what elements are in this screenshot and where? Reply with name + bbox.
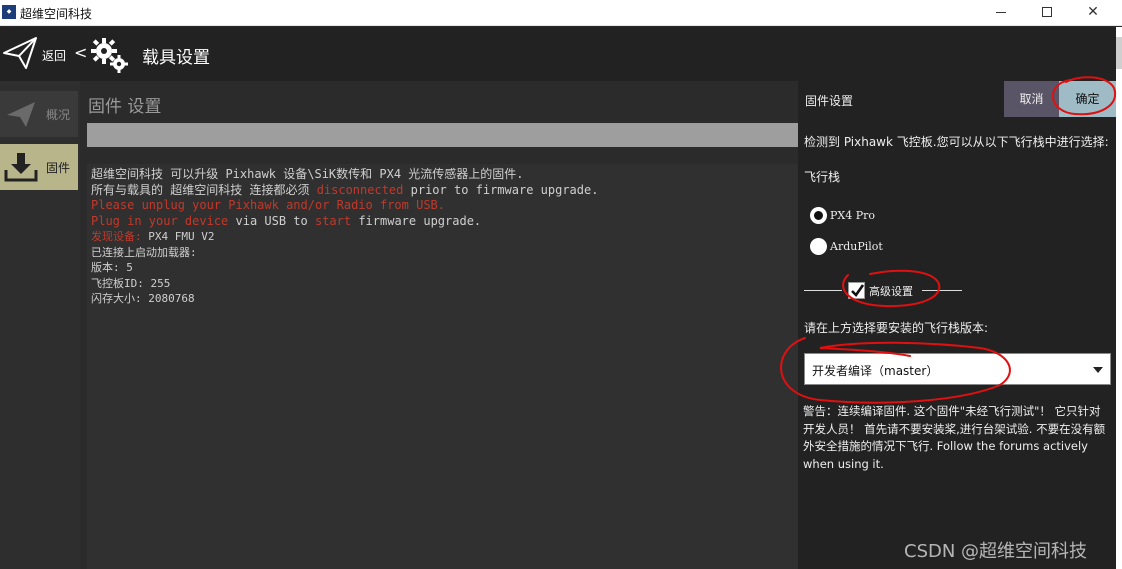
log-text: firmware upgrade.	[351, 213, 482, 228]
log-line: 所有与载具的 超维空间科技 连接都必须 disconnected prior t…	[91, 183, 794, 199]
log-line: Please unplug your Pixhawk and/or Radio …	[91, 198, 446, 212]
warning-text: 警告：连续编译固件. 这个固件"未经飞行测试"！ 它只针对开发人员！ 首先请不要…	[803, 404, 1106, 471]
upgrade-progress-bar	[87, 123, 798, 147]
sidebar-item-label: 固件	[46, 161, 71, 175]
watermark: CSDN @超维空间科技	[904, 541, 1088, 562]
cancel-button[interactable]: 取消	[1004, 81, 1059, 117]
divider	[804, 290, 842, 291]
version-select[interactable]: 开发者编译（master）	[804, 353, 1111, 385]
log-text-highlight: disconnected	[316, 182, 404, 197]
radio-px4[interactable]: PX4 Pro	[810, 206, 930, 226]
detect-message: 检测到 Pixhawk 飞控板.您可以从以下飞行栈中进行选择:	[804, 135, 1109, 149]
window-scrollbar[interactable]	[1116, 27, 1122, 569]
firmware-content: 固件 设置 超维空间科技 可以升级 Pixhawk 设备\SiK数传和 PX4 …	[80, 81, 798, 569]
sidebar-item-label: 概况	[46, 108, 71, 122]
radio-selected-icon[interactable]	[810, 207, 827, 224]
choose-version-label: 请在上方选择要安装的飞行栈版本:	[804, 321, 989, 335]
log-text: via USB to	[228, 213, 315, 228]
firmware-log: 超维空间科技 可以升级 Pixhawk 设备\SiK数传和 PX4 光流传感器上…	[87, 164, 798, 569]
chevron-down-icon	[1093, 367, 1103, 373]
panel-title: 固件设置	[805, 94, 854, 108]
panel-header: 固件设置 取消 确定	[798, 81, 1116, 117]
log-text: 所有与载具的 超维空间科技 连接都必须	[91, 182, 317, 197]
flight-stack-label: 飞行栈	[804, 170, 841, 184]
log-text-highlight: Plug in your device	[91, 213, 229, 228]
checkmark-icon	[851, 284, 865, 298]
radio-ardupilot[interactable]: ArduPilot	[810, 237, 930, 257]
radio-label: PX4 Pro	[830, 209, 876, 222]
page-title: 载具设置	[142, 48, 210, 68]
advanced-settings-label: 高级设置	[869, 285, 913, 298]
log-line: 飞控板ID: 255	[91, 276, 171, 290]
log-line: 已连接上启动加载器:	[91, 245, 197, 259]
log-line: 发现设备: PX4 FMU V2	[91, 229, 794, 245]
radio-label: ArduPilot	[830, 240, 883, 253]
version-select-value: 开发者编译（master）	[812, 364, 939, 378]
maximize-icon[interactable]	[1024, 0, 1070, 26]
log-text: PX4 FMU V2	[148, 230, 215, 243]
sidebar-item-overview[interactable]: 概况	[0, 91, 78, 137]
sidebar: 概况 固件	[0, 81, 80, 569]
app-logo-icon: ◆	[2, 5, 16, 19]
log-text-highlight: start	[314, 213, 352, 228]
log-line: Plug in your device via USB to start fir…	[91, 214, 794, 230]
window-title: 超维空间科技	[20, 7, 93, 21]
close-icon[interactable]: ✕	[1070, 0, 1116, 26]
back-button[interactable]: 返回	[42, 47, 66, 64]
breadcrumb-separator: <	[74, 43, 88, 62]
log-text-highlight: 发现设备:	[91, 230, 149, 243]
radio-unselected-icon[interactable]	[810, 238, 827, 255]
download-icon	[4, 153, 38, 182]
minimize-icon[interactable]	[978, 0, 1024, 26]
log-text: prior to firmware upgrade.	[403, 182, 599, 197]
ok-button[interactable]: 确定	[1059, 81, 1116, 117]
advanced-settings-checkbox[interactable]	[848, 282, 865, 299]
log-line: 超维空间科技 可以升级 Pixhawk 设备\SiK数传和 PX4 光流传感器上…	[91, 167, 524, 181]
paper-plane-icon[interactable]	[2, 35, 38, 71]
app-header: 返回 < 载具设置	[0, 27, 1116, 81]
sidebar-item-firmware[interactable]: 固件	[0, 144, 78, 190]
divider	[922, 290, 962, 291]
scrollbar-thumb[interactable]	[1116, 37, 1122, 69]
log-line: 版本: 5	[91, 261, 133, 274]
plane-icon	[7, 102, 35, 127]
section-title: 固件 设置	[88, 97, 162, 117]
window-titlebar: ◆ 超维空间科技 ✕	[0, 0, 1122, 26]
gears-icon	[91, 38, 128, 73]
firmware-settings-panel: 固件设置 取消 确定 检测到 Pixhawk 飞控板.您可以从以下飞行栈中进行选…	[798, 81, 1116, 569]
log-line: 闪存大小: 2080768	[91, 292, 195, 305]
